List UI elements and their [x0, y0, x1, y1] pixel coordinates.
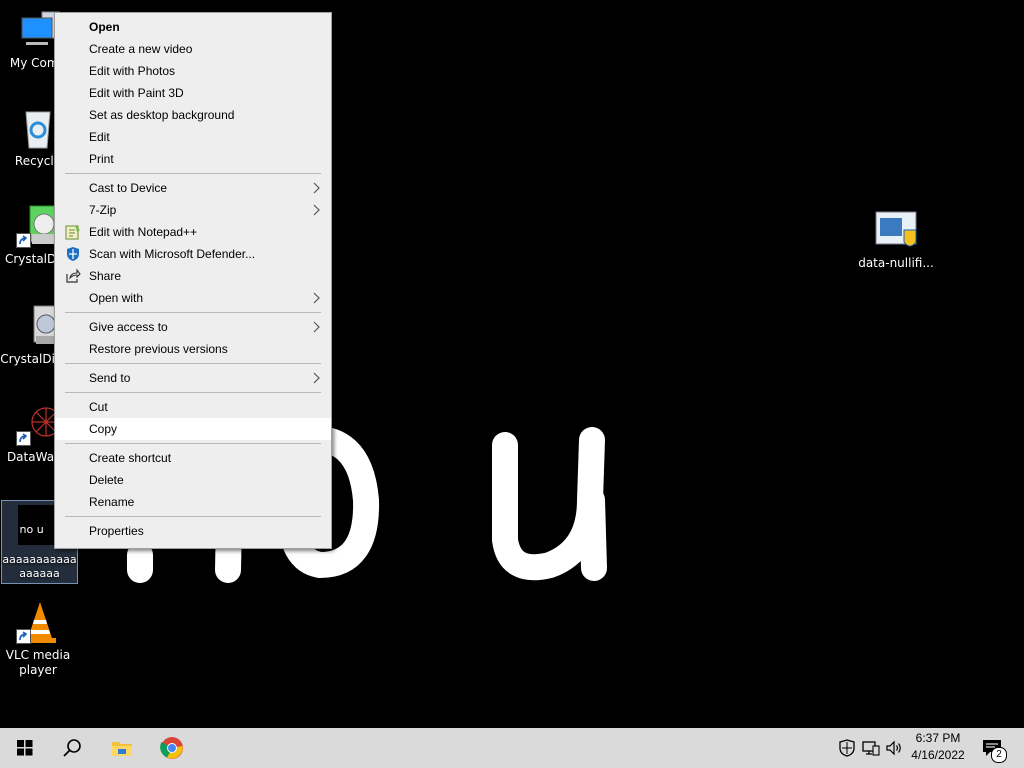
- menu-item-cast-to-device[interactable]: Cast to Device: [55, 177, 331, 199]
- menu-item-delete[interactable]: Delete: [55, 469, 331, 491]
- menu-item-label: Set as desktop background: [89, 108, 235, 122]
- menu-item-label: Edit with Paint 3D: [89, 86, 184, 100]
- menu-item-label: Print: [89, 152, 114, 166]
- taskbar: 6:37 PM 4/16/2022 2: [0, 728, 1024, 768]
- menu-item-create-video[interactable]: Create a new video: [55, 38, 331, 60]
- menu-item-restore-versions[interactable]: Restore previous versions: [55, 338, 331, 360]
- menu-item-label: Edit with Notepad++: [89, 225, 198, 239]
- search-button[interactable]: [48, 728, 96, 768]
- menu-item-send-to[interactable]: Send to: [55, 367, 331, 389]
- menu-item-label: Cut: [89, 400, 108, 414]
- menu-item-edit-photos[interactable]: Edit with Photos: [55, 60, 331, 82]
- menu-item-notepadpp[interactable]: Edit with Notepad++: [55, 221, 331, 243]
- menu-item-cut[interactable]: Cut: [55, 396, 331, 418]
- clock[interactable]: 6:37 PM 4/16/2022: [906, 730, 970, 764]
- menu-separator: [65, 363, 321, 364]
- menu-item-label: Edit with Photos: [89, 64, 176, 78]
- menu-item-label: Restore previous versions: [89, 342, 228, 356]
- desktop-icon-vlc[interactable]: VLC media player: [0, 600, 76, 678]
- chevron-right-icon: [313, 372, 320, 384]
- share-icon: [66, 268, 81, 283]
- menu-item-label: Edit: [89, 130, 110, 144]
- menu-item-label: Open: [89, 20, 120, 34]
- menu-item-label: Share: [89, 269, 122, 283]
- chevron-right-icon: [313, 182, 320, 194]
- menu-item-label: Create shortcut: [89, 451, 172, 465]
- menu-item-print[interactable]: Print: [55, 148, 331, 170]
- notification-count-badge: 2: [991, 747, 1007, 763]
- menu-item-open-with[interactable]: Open with: [55, 287, 331, 309]
- menu-item-7zip[interactable]: 7-Zip: [55, 199, 331, 221]
- menu-item-label: Open with: [89, 291, 144, 305]
- shortcut-arrow-icon: [16, 233, 31, 248]
- search-icon: [63, 739, 81, 757]
- installer-icon: [874, 208, 918, 252]
- desktop-icon-label: data-nullifi...: [858, 256, 934, 270]
- menu-item-open[interactable]: Open: [55, 16, 331, 38]
- folder-icon: [112, 742, 132, 756]
- menu-item-edit-paint3d[interactable]: Edit with Paint 3D: [55, 82, 331, 104]
- menu-separator: [65, 516, 321, 517]
- menu-item-edit[interactable]: Edit: [55, 126, 331, 148]
- clock-date: 4/16/2022: [911, 748, 965, 762]
- menu-item-label: Send to: [89, 371, 131, 385]
- menu-item-defender-scan[interactable]: Scan with Microsoft Defender...: [55, 243, 331, 265]
- chevron-right-icon: [313, 204, 320, 216]
- network-icon[interactable]: [861, 738, 881, 758]
- notepadpp-icon: [65, 225, 80, 240]
- menu-item-label: Scan with Microsoft Defender...: [89, 247, 256, 261]
- menu-item-label: Create a new video: [89, 42, 193, 56]
- menu-item-label: Cast to Device: [89, 181, 168, 195]
- context-menu: Open Create a new video Edit with Photos…: [54, 12, 332, 549]
- file-explorer-button[interactable]: [98, 728, 146, 768]
- chevron-right-icon: [313, 292, 320, 304]
- shortcut-arrow-icon: [16, 629, 31, 644]
- shortcut-arrow-icon: [16, 431, 31, 446]
- defender-shield-icon: [67, 247, 79, 261]
- menu-separator: [65, 312, 321, 313]
- thumbnail-text: no u: [19, 523, 44, 536]
- menu-item-label: Give access to: [89, 320, 168, 334]
- menu-item-set-background[interactable]: Set as desktop background: [55, 104, 331, 126]
- chrome-button[interactable]: [148, 728, 196, 768]
- menu-item-share[interactable]: Share: [55, 265, 331, 287]
- menu-separator: [65, 173, 321, 174]
- chrome-icon: [160, 737, 183, 759]
- clock-time: 6:37 PM: [915, 731, 961, 745]
- menu-separator: [65, 392, 321, 393]
- security-shield-icon[interactable]: [837, 738, 857, 758]
- menu-item-properties[interactable]: Properties: [55, 520, 331, 542]
- desktop-icon-label: VLC media player: [5, 648, 71, 677]
- vlc-icon: [16, 600, 60, 644]
- chevron-right-icon: [313, 321, 320, 333]
- desktop-icon-label: aaaaaaaaaaaaaaaaa: [2, 553, 77, 580]
- menu-item-give-access[interactable]: Give access to: [55, 316, 331, 338]
- menu-item-rename[interactable]: Rename: [55, 491, 331, 513]
- volume-icon[interactable]: [884, 738, 904, 758]
- windows-logo-icon: [17, 740, 33, 756]
- menu-item-label: 7-Zip: [89, 203, 117, 217]
- desktop-icon-data-nullifier[interactable]: data-nullifi...: [858, 208, 934, 271]
- menu-item-label: Rename: [89, 495, 135, 509]
- menu-separator: [65, 443, 321, 444]
- menu-item-label: Copy: [89, 422, 118, 436]
- menu-item-copy[interactable]: Copy: [55, 418, 331, 440]
- menu-item-label: Properties: [89, 524, 144, 538]
- start-button[interactable]: [0, 728, 48, 768]
- menu-item-create-shortcut[interactable]: Create shortcut: [55, 447, 331, 469]
- menu-item-label: Delete: [89, 473, 124, 487]
